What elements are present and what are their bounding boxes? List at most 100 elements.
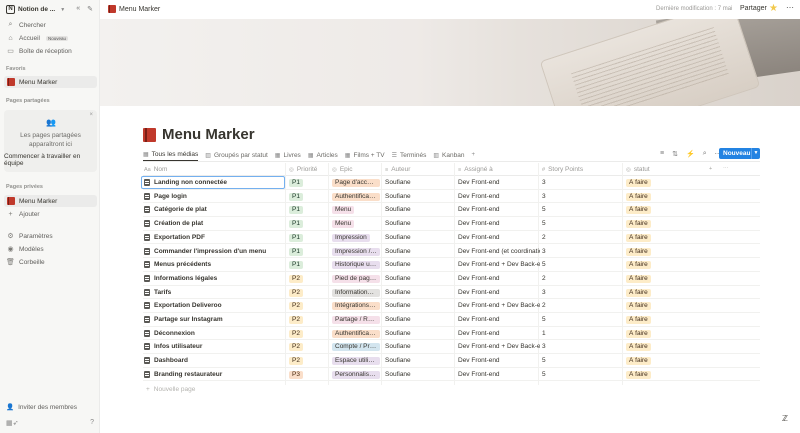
new-page-row[interactable]: + Nouvelle page — [146, 386, 195, 393]
table-row[interactable]: Création de plat P1 Menu Soufiane Dev Front-… — [143, 217, 760, 231]
sidebar-item-trash[interactable]: 🗑 Corbeille — [6, 256, 45, 268]
cell-status[interactable]: À faire — [626, 288, 651, 297]
cell-priority[interactable]: P1 — [289, 220, 303, 229]
column-header-story-points[interactable]: # Story Points — [542, 166, 583, 173]
star-icon[interactable]: ★ — [769, 3, 778, 14]
cell-status[interactable]: À faire — [626, 261, 651, 270]
send-icon[interactable]: ➶ — [13, 419, 19, 427]
cell-author[interactable]: Soufiane — [385, 234, 411, 241]
add-page-button[interactable]: + Ajouter — [6, 208, 39, 220]
calendar-icon[interactable]: ▦ — [6, 419, 13, 427]
cell-priority[interactable]: P2 — [289, 316, 303, 324]
cell-story-points[interactable]: 5 — [542, 316, 546, 323]
table-row[interactable]: Exportation PDF P1 Impression Soufiane Dev F… — [143, 231, 760, 245]
cell-name[interactable]: Commander l'impression d'un menu — [144, 247, 284, 255]
cell-assignee[interactable]: Dev Front-end — [458, 206, 540, 213]
cell-status[interactable]: À faire — [626, 206, 651, 215]
cell-status[interactable]: À faire — [626, 343, 651, 352]
cell-status[interactable]: À faire — [626, 302, 651, 311]
cell-name[interactable]: Catégorie de plat — [144, 206, 284, 214]
cell-epic[interactable]: Compte / Profil — [332, 343, 380, 353]
sidebar-item-templates[interactable]: ◉ Modèles — [6, 243, 43, 255]
search-icon[interactable]: ⌕ — [703, 150, 707, 158]
column-header-epic[interactable]: ◎ Epic — [332, 166, 352, 173]
cell-priority[interactable]: P1 — [289, 192, 303, 201]
cell-name[interactable]: Infos utilisateur — [144, 343, 284, 351]
cell-assignee[interactable]: Dev Front-end — [458, 316, 540, 323]
cell-assignee[interactable]: Dev Front-end — [458, 234, 540, 241]
cell-story-points[interactable]: 3 — [542, 193, 546, 200]
cell-epic[interactable]: Partage / Rés... — [332, 316, 380, 326]
cell-priority[interactable]: P1 — [289, 233, 303, 242]
cell-name[interactable]: Dashboard — [144, 357, 284, 365]
cell-assignee[interactable]: Dev Front-end — [458, 371, 540, 378]
cell-assignee[interactable]: Dev Front-end + Dev Back-en — [458, 343, 540, 350]
table-row[interactable]: Commander l'impression d'un menu P1 Impres… — [143, 245, 760, 259]
cell-assignee[interactable]: Dev Front-end — [458, 330, 540, 337]
tab-grouped-status[interactable]: ▥ Groupés par statut — [205, 149, 268, 161]
tab-kanban[interactable]: ▥ Kanban — [433, 149, 464, 161]
cell-status[interactable]: À faire — [626, 220, 651, 229]
cell-author[interactable]: Soufiane — [385, 220, 411, 227]
table-row[interactable]: Page login P1 Authentification Soufiane Dev … — [143, 190, 760, 204]
column-header-author[interactable]: ≡ Auteur — [385, 166, 410, 173]
cell-author[interactable]: Soufiane — [385, 371, 411, 378]
cell-author[interactable]: Soufiane — [385, 206, 411, 213]
cell-author[interactable]: Soufiane — [385, 330, 411, 337]
sidebar-item-settings[interactable]: ⚙ Paramètres — [6, 230, 52, 242]
cell-story-points[interactable]: 5 — [542, 206, 546, 213]
cell-story-points[interactable]: 2 — [542, 302, 546, 309]
tab-all-media[interactable]: ▦ Tous les médias — [143, 149, 199, 161]
cell-priority[interactable]: P2 — [289, 357, 303, 366]
cell-author[interactable]: Soufiane — [385, 275, 411, 282]
cell-author[interactable]: Soufiane — [385, 179, 411, 186]
cell-story-points[interactable]: 5 — [542, 371, 546, 378]
cell-assignee[interactable]: Dev Front-end — [458, 193, 540, 200]
table-row[interactable]: Menus précédents P1 Historique utili... Sou… — [143, 258, 760, 272]
new-page-icon[interactable]: ✎ — [87, 5, 93, 13]
cell-name[interactable]: Déconnexion — [144, 329, 284, 337]
cell-name[interactable]: Création de plat — [144, 220, 284, 228]
collapse-sidebar-icon[interactable]: « — [76, 5, 80, 13]
cell-priority[interactable]: P2 — [289, 274, 303, 283]
notion-ai-icon[interactable]: ℤ — [782, 414, 788, 423]
cell-name[interactable]: Branding restaurateur — [144, 370, 284, 378]
cell-priority[interactable]: P3 — [289, 370, 303, 379]
sort-icon[interactable]: ⇅ — [672, 150, 678, 158]
cell-status[interactable]: À faire — [626, 233, 651, 242]
cell-status[interactable]: À faire — [626, 357, 651, 366]
tab-articles[interactable]: ▦ Articles — [308, 149, 338, 161]
cell-status[interactable]: À faire — [626, 329, 651, 338]
cell-priority[interactable]: P1 — [289, 247, 303, 256]
cell-name[interactable]: Page login — [144, 192, 284, 200]
table-row[interactable]: Tarifs P2 Informations ... Soufiane Dev Fron… — [143, 286, 760, 300]
table-row[interactable]: Partage sur Instagram P2 Partage / Rés... S… — [143, 313, 760, 327]
column-header-priority[interactable]: ◎ Priorité — [289, 166, 317, 173]
column-header-status[interactable]: ◎ statut — [626, 166, 650, 173]
cell-story-points[interactable]: 3 — [542, 179, 546, 186]
tab-done[interactable]: ☰ Terminés — [392, 149, 427, 161]
filter-icon[interactable]: ≡ — [660, 150, 664, 158]
tab-films-tv[interactable]: ▦ Films + TV — [345, 149, 385, 161]
cell-status[interactable]: À faire — [626, 179, 651, 187]
cell-epic[interactable]: Impression — [332, 233, 380, 244]
cell-epic[interactable]: Authentification — [332, 329, 380, 340]
start-team-button[interactable]: Commencer à travailler en équipe — [4, 153, 99, 167]
cell-author[interactable]: Soufiane — [385, 302, 411, 309]
cell-assignee[interactable]: Dev Front-end — [458, 357, 540, 364]
table-row[interactable]: Catégorie de plat P1 Menu Soufiane Dev Front… — [143, 203, 760, 218]
column-header-assignee[interactable]: ≡ Assigné à — [458, 166, 493, 173]
cell-assignee[interactable]: Dev Front-end (et coordination — [458, 248, 540, 255]
new-button[interactable]: Nouveau ▼ — [719, 148, 760, 159]
cell-epic[interactable]: Menu — [332, 220, 380, 230]
cell-priority[interactable]: P2 — [289, 302, 303, 311]
cell-assignee[interactable]: Dev Front-end — [458, 220, 540, 227]
share-button[interactable]: Partager — [740, 5, 767, 12]
cell-author[interactable]: Soufiane — [385, 316, 411, 323]
cell-epic[interactable]: Intégrations e... — [332, 302, 380, 312]
cell-epic[interactable]: Informations ... — [332, 288, 380, 299]
add-view-button[interactable]: + — [471, 149, 475, 161]
page-title[interactable]: Menu Marker — [143, 126, 255, 143]
cell-author[interactable]: Soufiane — [385, 248, 411, 255]
cell-status[interactable]: À faire — [626, 192, 651, 201]
